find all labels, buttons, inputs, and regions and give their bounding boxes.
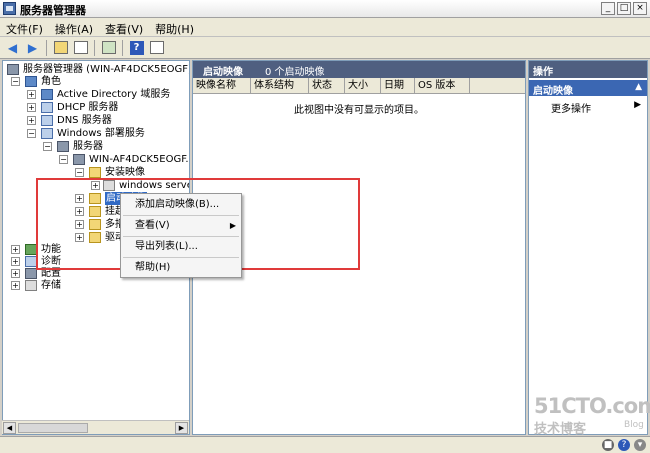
active-directory-icon: [41, 89, 53, 100]
properties-icon[interactable]: [148, 40, 165, 56]
toolbar-separator: [94, 39, 95, 56]
actions-header: 操作: [529, 61, 647, 78]
actions-pane: 操作 启动映像 ▲ 更多操作 ▶: [528, 60, 648, 435]
toolbar-separator: [46, 39, 47, 56]
collapse-icon[interactable]: −: [27, 129, 36, 138]
expand-icon[interactable]: +: [27, 116, 36, 125]
menu-separator: [123, 257, 239, 258]
window-title: 服务器管理器: [20, 4, 86, 17]
results-count: 0 个启动映像: [265, 67, 325, 78]
results-header: 启动映像 0 个启动映像: [193, 61, 525, 78]
menu-help[interactable]: 帮助(H): [149, 18, 200, 36]
column-date[interactable]: 日期: [381, 78, 415, 93]
actions-section-boot-images[interactable]: 启动映像 ▲: [529, 80, 647, 97]
column-architecture[interactable]: 体系结构: [251, 78, 309, 93]
window-controls: _ □ ×: [601, 2, 647, 15]
menu-item-view-label: 查看(V): [135, 220, 170, 231]
server-node-icon: [73, 154, 85, 165]
column-headers: 映像名称 体系结构 状态 大小 日期 OS 版本: [193, 78, 525, 94]
menu-item-add-boot-image[interactable]: 添加启动映像(B)...: [121, 196, 241, 213]
folder-icon: [89, 167, 101, 178]
expand-icon[interactable]: +: [27, 103, 36, 112]
expand-icon[interactable]: +: [11, 269, 20, 278]
status-bar: ■ ? ▾: [0, 436, 650, 453]
dns-icon: [41, 115, 53, 126]
lock-icon[interactable]: ■: [602, 439, 614, 451]
servers-icon: [57, 141, 69, 152]
scroll-thumb[interactable]: [18, 423, 88, 433]
tree-horizontal-scrollbar[interactable]: ◀ ▶: [2, 420, 189, 434]
column-size[interactable]: 大小: [345, 78, 381, 93]
roles-icon: [25, 76, 37, 87]
menu-item-view[interactable]: 查看(V) ▶: [121, 217, 241, 234]
expand-icon[interactable]: +: [11, 281, 20, 290]
column-status[interactable]: 状态: [309, 78, 345, 93]
submenu-arrow-icon: ▶: [229, 221, 236, 230]
back-arrow-icon[interactable]: ◀: [4, 40, 21, 56]
minimize-button[interactable]: _: [601, 2, 615, 15]
export-icon[interactable]: [100, 40, 117, 56]
collapse-up-icon[interactable]: ▲: [635, 82, 642, 92]
toolbar: ◀ ▶ ?: [0, 37, 650, 59]
submenu-arrow-icon: ▶: [634, 100, 641, 110]
menu-separator: [123, 236, 239, 237]
menu-view[interactable]: 查看(V): [99, 18, 149, 36]
menu-item-export-list[interactable]: 导出列表(L)...: [121, 238, 241, 255]
collapse-icon[interactable]: −: [75, 168, 84, 177]
expand-icon[interactable]: +: [27, 90, 36, 99]
column-os-version[interactable]: OS 版本: [415, 78, 470, 93]
status-icons: ■ ? ▾: [602, 439, 646, 451]
show-hide-tree-icon[interactable]: [72, 40, 89, 56]
help-icon[interactable]: ?: [618, 439, 630, 451]
title-bar: 服务器管理器 _ □ ×: [0, 0, 650, 18]
watermark-blog: Blog: [624, 420, 644, 430]
expand-icon[interactable]: +: [11, 257, 20, 266]
menu-item-help[interactable]: 帮助(H): [121, 259, 241, 276]
expand-icon[interactable]: +: [11, 245, 20, 254]
context-menu: 添加启动映像(B)... 查看(V) ▶ 导出列表(L)... 帮助(H): [120, 193, 242, 278]
forward-arrow-icon[interactable]: ▶: [24, 40, 41, 56]
collapse-icon[interactable]: −: [43, 142, 52, 151]
watermark: 51CTO.com 技术博客 Blog: [534, 394, 650, 437]
server-manager-node-icon: [7, 64, 19, 75]
empty-view-message: 此视图中没有可显示的项目。: [294, 105, 424, 116]
toolbar-separator: [122, 39, 123, 56]
menu-bar: 文件(F) 操作(A) 查看(V) 帮助(H): [0, 18, 650, 37]
more-actions-item[interactable]: 更多操作: [551, 100, 591, 115]
menu-separator: [123, 215, 239, 216]
close-button[interactable]: ×: [633, 2, 647, 15]
dhcp-icon: [41, 102, 53, 113]
watermark-site: 51CTO.com: [534, 394, 650, 418]
server-manager-icon: [3, 2, 16, 15]
menu-down-icon[interactable]: ▾: [634, 439, 646, 451]
menu-file[interactable]: 文件(F): [0, 18, 49, 36]
menu-action[interactable]: 操作(A): [49, 18, 99, 36]
help-icon[interactable]: ?: [128, 40, 145, 56]
column-filler: [470, 78, 525, 93]
scroll-right-icon[interactable]: ▶: [175, 422, 188, 434]
up-folder-icon[interactable]: [52, 40, 69, 56]
scroll-left-icon[interactable]: ◀: [3, 422, 16, 434]
column-image-name[interactable]: 映像名称: [193, 78, 251, 93]
actions-section-label: 启动映像: [533, 86, 573, 97]
results-title: 启动映像: [203, 67, 243, 78]
collapse-icon[interactable]: −: [59, 155, 68, 164]
maximize-button[interactable]: □: [617, 2, 631, 15]
wds-icon: [41, 128, 53, 139]
storage-icon: [25, 280, 37, 291]
collapse-icon[interactable]: −: [11, 77, 20, 86]
